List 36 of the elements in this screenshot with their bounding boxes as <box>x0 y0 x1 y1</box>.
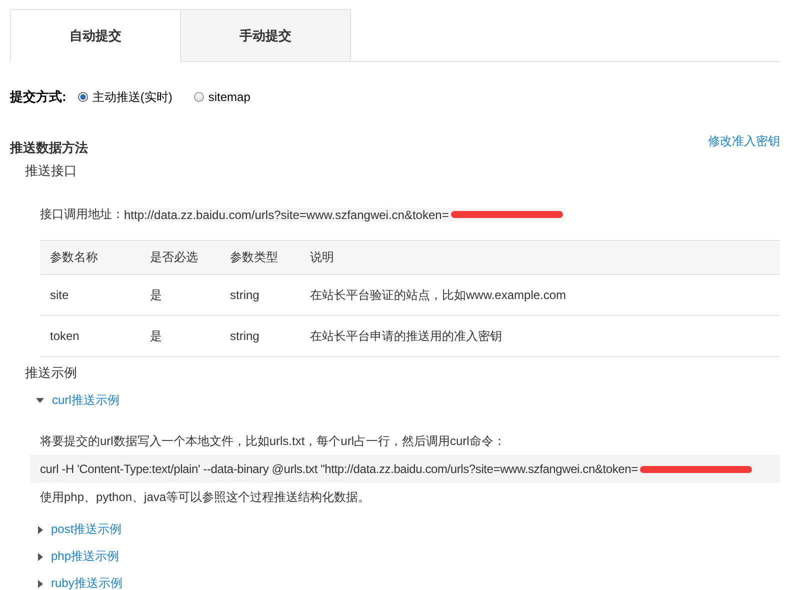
column-header: 参数名称 <box>40 240 140 274</box>
column-header: 说明 <box>300 240 780 274</box>
example-link[interactable]: php推送示例 <box>51 548 120 565</box>
example-note: 使用php、python、java等可以参照这个过程推送结构化数据。 <box>40 489 372 506</box>
radio-icon[interactable] <box>194 92 204 102</box>
address-label: 接口调用地址： <box>40 206 124 223</box>
column-header: 参数类型 <box>220 240 300 274</box>
table-cell: 是 <box>140 316 220 356</box>
code-text: curl -H 'Content-Type:text/plain' --data-binary @urls.txt "http://data.zz.baidu.com/urls?site=www.szfangwei.cn&token= <box>40 462 638 476</box>
api-title: 推送接口 <box>25 162 78 180</box>
tab[interactable]: 手动提交 <box>181 9 351 62</box>
table-cell: string <box>220 316 300 356</box>
api-address: http://data.zz.baidu.com/urls?site=www.szfangwei.cn&token= <box>124 208 449 222</box>
examples-title: 推送示例 <box>25 364 78 382</box>
tab[interactable]: 自动提交 <box>10 9 181 62</box>
table-cell: string <box>220 274 300 316</box>
table-cell: 是 <box>140 274 220 316</box>
expand-icon[interactable] <box>38 580 43 588</box>
expand-icon[interactable] <box>38 526 43 534</box>
example-link[interactable]: curl推送示例 <box>52 392 120 409</box>
submit-method-label: 提交方式: <box>10 88 66 106</box>
radio-option[interactable]: sitemap <box>194 90 250 104</box>
section-title: 推送数据方法 <box>10 139 88 157</box>
radio-label: sitemap <box>208 90 250 104</box>
table-cell: token <box>40 316 140 356</box>
example-intro: 将要提交的url数据写入一个本地文件，比如urls.txt，每个url占一行，然后调用curl命令： <box>40 433 506 450</box>
radio-icon[interactable] <box>78 92 88 102</box>
table-cell: 在站长平台申请的推送用的准入密钥 <box>300 316 780 356</box>
change-key-link[interactable]: 修改准入密钥 <box>708 132 780 150</box>
example-link[interactable]: post推送示例 <box>51 521 122 538</box>
table-cell: site <box>40 274 140 316</box>
expand-icon[interactable] <box>36 398 44 403</box>
example-link[interactable]: ruby推送示例 <box>51 575 122 590</box>
table-cell: 在站长平台验证的站点，比如www.example.com <box>300 274 780 316</box>
column-header: 是否必选 <box>140 240 220 274</box>
expand-icon[interactable] <box>38 552 43 560</box>
